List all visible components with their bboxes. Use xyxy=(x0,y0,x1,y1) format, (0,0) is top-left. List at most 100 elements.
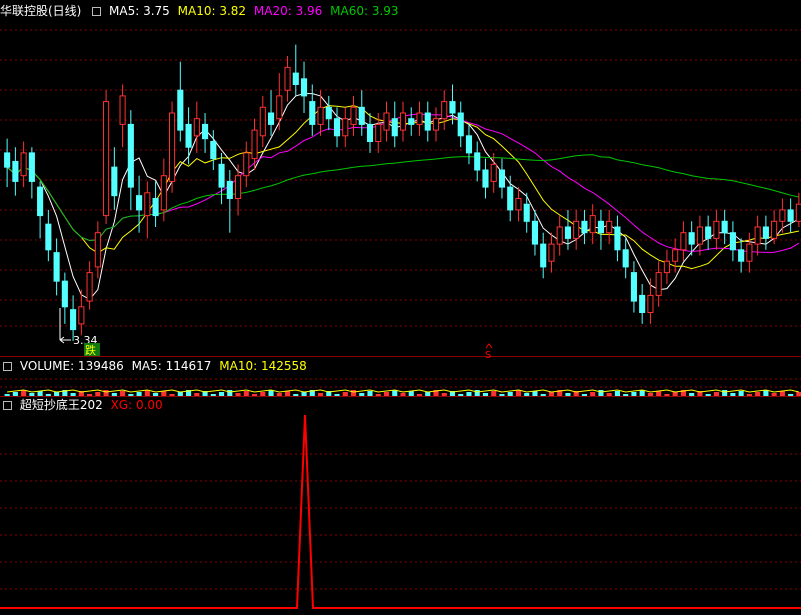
down-candle xyxy=(465,135,473,154)
volume-bar xyxy=(408,391,414,396)
up-candle xyxy=(169,112,176,182)
volume-bar xyxy=(350,390,357,396)
up-candle xyxy=(350,106,357,125)
up-candle xyxy=(276,95,283,120)
down-candle xyxy=(597,220,604,234)
down-candle xyxy=(45,223,52,251)
indicator-line xyxy=(0,414,801,609)
volume-bar xyxy=(647,393,653,396)
volume-bar xyxy=(664,394,670,396)
s-signal-arrow xyxy=(485,343,493,349)
kline-chart[interactable]: 3.34 跌 S xyxy=(0,0,801,615)
down-candle xyxy=(787,209,794,222)
down-candle xyxy=(185,123,192,148)
up-candle xyxy=(243,152,250,177)
volume-bar xyxy=(738,391,744,396)
down-candle xyxy=(738,249,745,262)
volume-bar xyxy=(169,394,175,396)
down-candle xyxy=(325,106,332,120)
volume-bar xyxy=(293,394,299,396)
down-candle xyxy=(630,272,637,302)
volume-bar xyxy=(540,394,546,396)
up-candle xyxy=(771,220,778,239)
down-candle xyxy=(540,243,547,268)
down-candle xyxy=(729,232,736,251)
volume-bar xyxy=(581,394,587,396)
volume-bar xyxy=(565,393,571,396)
up-candle xyxy=(259,106,266,137)
up-candle xyxy=(86,272,93,302)
down-candle xyxy=(688,232,695,245)
up-candle xyxy=(573,220,580,239)
volume-bar xyxy=(482,393,489,396)
up-candle xyxy=(432,118,440,131)
volume-bar xyxy=(367,391,373,396)
die-signal-label: 跌 xyxy=(85,343,96,357)
up-candle xyxy=(490,163,497,182)
down-candle xyxy=(202,123,209,140)
volume-bar xyxy=(722,390,728,396)
volume-bar xyxy=(87,394,93,396)
volume-bar xyxy=(606,393,612,396)
up-candle xyxy=(416,112,423,125)
down-candle xyxy=(4,152,11,168)
down-candle xyxy=(218,163,225,188)
volume-bar xyxy=(590,392,596,396)
s-signal-label: S xyxy=(485,350,491,361)
volume-bar xyxy=(375,394,381,396)
up-candle xyxy=(383,112,390,131)
up-candle xyxy=(342,118,349,137)
up-candle xyxy=(103,101,110,217)
down-candle xyxy=(449,101,456,114)
volume-bar xyxy=(746,394,752,396)
volume-bar xyxy=(136,392,142,396)
volume-bar xyxy=(425,392,431,396)
down-candle xyxy=(127,123,134,188)
volume-bar xyxy=(466,392,472,396)
volume-bar xyxy=(194,393,200,396)
volume-bar xyxy=(227,390,233,396)
volume-bar xyxy=(656,391,662,396)
up-candle xyxy=(663,260,670,274)
down-candle xyxy=(292,72,299,85)
up-candle xyxy=(647,294,654,313)
volume-bar xyxy=(70,393,76,396)
volume-bar xyxy=(177,392,183,396)
down-candle xyxy=(226,180,233,199)
volume-bar xyxy=(359,393,365,396)
down-candle xyxy=(721,220,728,234)
volume-bar xyxy=(631,392,637,396)
volume-bar xyxy=(210,394,216,396)
down-candle xyxy=(482,169,489,188)
xg-line xyxy=(0,414,801,609)
volume-bar xyxy=(12,392,18,396)
up-candle xyxy=(556,226,563,245)
up-candle xyxy=(160,175,167,211)
up-candle xyxy=(78,306,85,325)
volume-bar xyxy=(755,392,761,396)
down-candle xyxy=(531,220,539,245)
up-candle xyxy=(284,66,291,91)
volume-bar xyxy=(548,392,555,396)
volume-bar xyxy=(779,391,785,396)
volume-bar xyxy=(598,390,604,396)
volume-bar xyxy=(128,394,134,396)
down-candle xyxy=(210,141,217,160)
down-candle xyxy=(581,220,588,234)
up-candle xyxy=(795,203,801,222)
candlesticks xyxy=(4,44,801,341)
up-candle xyxy=(680,232,687,251)
up-candle xyxy=(696,226,703,245)
down-candle xyxy=(111,166,118,197)
down-candle xyxy=(309,101,316,125)
down-candle xyxy=(53,252,60,282)
volume-bar xyxy=(705,394,711,396)
markers: 3.34 跌 S xyxy=(59,308,493,361)
volume-bar xyxy=(243,391,249,396)
up-candle xyxy=(746,243,753,262)
up-candle xyxy=(251,129,258,160)
volume-ma10-line xyxy=(7,389,800,393)
up-candle xyxy=(144,192,151,217)
volume-bar xyxy=(614,391,620,396)
down-candle xyxy=(177,89,184,131)
